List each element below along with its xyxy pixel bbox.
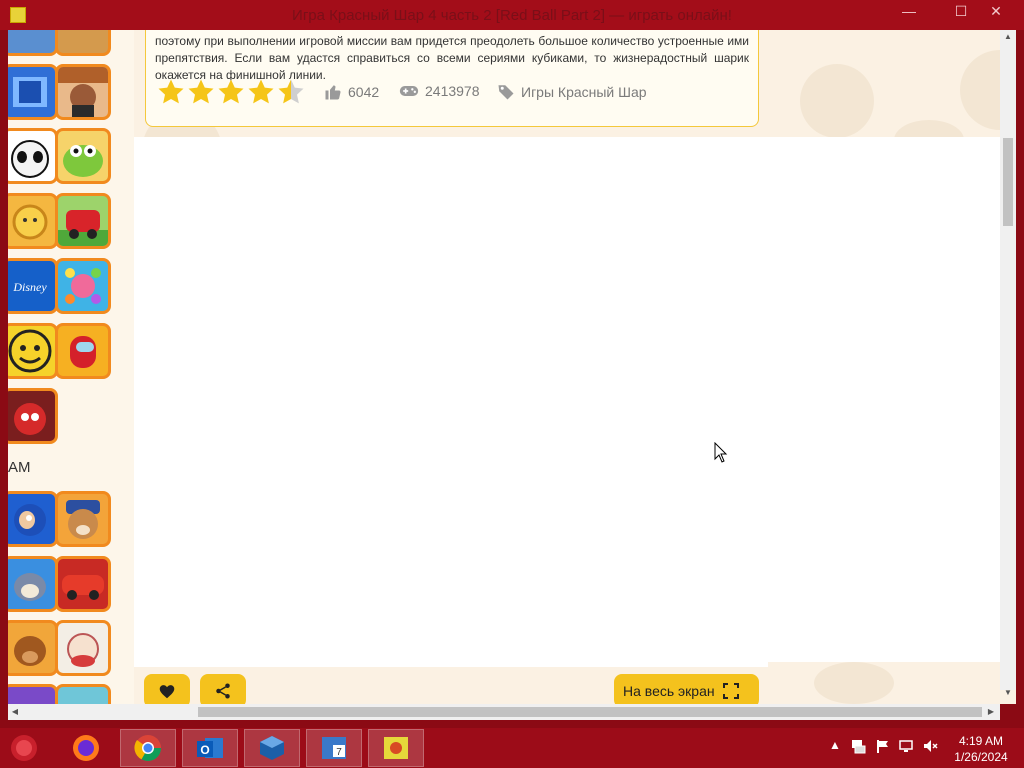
game-thumb[interactable] [55,556,111,612]
scroll-down-icon[interactable]: ▼ [1000,686,1016,700]
category-value[interactable]: Игры Красный Шар [521,84,647,100]
heart-icon [159,685,175,699]
game-thumb[interactable] [8,556,58,612]
horizontal-scrollbar[interactable]: ◀ ▶ [8,704,1000,720]
chrome-icon [134,735,162,762]
virtualbox-icon [260,736,284,760]
fullscreen-label: На весь экран [623,683,715,699]
firefox-icon [73,735,99,761]
clock-time: 4:19 AM [958,734,1004,748]
game-thumb[interactable] [55,491,111,547]
game-thumb[interactable] [55,323,111,379]
category-link[interactable]: Игры Красный Шар [497,83,647,101]
star-icon[interactable] [186,77,216,107]
clock-date: 1/26/2024 [954,750,1008,764]
gamepad-icon [399,86,419,96]
game-thumb[interactable] [8,323,58,379]
taskbar-virtualbox[interactable] [244,729,300,767]
game-thumb[interactable] [8,30,58,56]
game-thumb[interactable] [55,128,111,184]
vertical-scroll-thumb[interactable] [1003,138,1013,226]
close-button[interactable]: ✕ [972,0,1020,24]
game-thumb[interactable] [55,684,111,704]
game-thumb[interactable] [8,128,58,184]
plays-value: 2413978 [425,83,480,99]
game-thumb[interactable] [8,491,58,547]
game-thumb[interactable] [8,684,58,704]
half-star-icon[interactable] [276,77,306,107]
game-frame[interactable] [134,137,768,667]
game-thumb[interactable] [55,193,111,249]
minimize-button[interactable]: — [886,0,932,24]
star-icon[interactable] [216,77,246,107]
game-sidebar: Disney АМ [8,30,134,704]
system-clock[interactable]: 4:19 AM 1/26/2024 [948,733,1014,765]
action-center-flag-icon[interactable] [874,738,890,757]
taskbar-firefox[interactable] [58,729,114,767]
game-description-card: поэтому при выполнении игровой миссии ва… [145,30,759,127]
outlook-icon: O [197,738,223,758]
tag-icon [498,85,514,100]
taskbar-outlook[interactable]: O [182,729,238,767]
app-7-icon: 7 [322,737,346,759]
game-thumb[interactable] [8,64,58,120]
fullscreen-icon [722,683,739,699]
browser-content: Disney АМ поэтому при выполнении игровой… [8,30,1016,704]
start-button[interactable] [0,729,48,767]
taskbar-chrome[interactable] [120,729,176,767]
taskbar-game-window[interactable] [368,729,424,767]
game-thumb[interactable]: Disney [8,258,58,314]
star-rating[interactable] [156,77,306,107]
game-thumb[interactable] [55,30,111,56]
start-orb-icon [11,735,37,761]
likes-value: 6042 [348,84,380,100]
taskbar: O 7 ▲ 4:19 AM 1/26/2024 [0,728,1024,768]
share-icon [216,683,230,699]
likes-count: 6042 [324,83,379,101]
svg-text:O: O [200,743,209,757]
game-thumb[interactable] [8,388,58,444]
favorite-button[interactable] [144,674,190,704]
game-window-icon [384,737,408,759]
scroll-left-icon[interactable]: ◀ [8,704,22,720]
sidebar-section-label: АМ [8,459,31,476]
plays-count: 2413978 [399,83,480,99]
taskbar-app7[interactable]: 7 [306,729,362,767]
right-panel [768,137,1000,662]
network-share-icon[interactable] [850,738,866,757]
mouse-cursor-icon [714,442,728,463]
thumbs-up-icon [325,85,341,100]
horizontal-scroll-thumb[interactable] [198,707,982,717]
share-button[interactable] [200,674,246,704]
game-thumb[interactable] [55,64,111,120]
window-titlebar: Игра Красный Шар 4 часть 2 [Red Ball Par… [0,0,1024,30]
volume-muted-icon[interactable] [922,738,938,757]
vertical-scrollbar[interactable]: ▲ ▼ [1000,30,1016,697]
scroll-up-icon[interactable]: ▲ [1000,30,1016,44]
star-icon[interactable] [246,77,276,107]
window-title: Игра Красный Шар 4 часть 2 [Red Ball Par… [292,7,732,24]
game-thumb[interactable] [8,620,58,676]
fullscreen-button[interactable]: На весь экран [614,674,759,704]
network-icon[interactable] [898,738,914,757]
svg-text:Disney: Disney [12,280,47,294]
scroll-right-icon[interactable]: ▶ [984,704,998,720]
game-thumb[interactable] [8,193,58,249]
show-hidden-icons[interactable]: ▲ [829,738,841,752]
game-thumb[interactable] [55,258,111,314]
star-icon[interactable] [156,77,186,107]
game-thumb[interactable] [55,620,111,676]
svg-text:7: 7 [336,747,342,758]
